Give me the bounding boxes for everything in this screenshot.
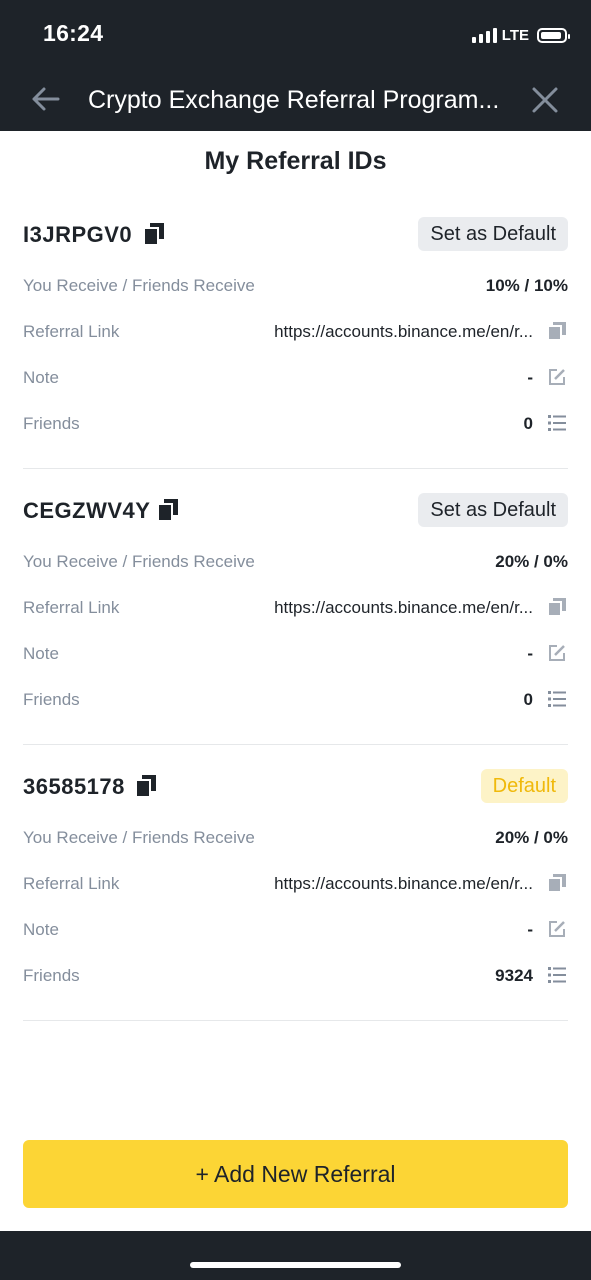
referral-card: I3JRPGV0 Set as Default You Receive / Fr… — [23, 217, 568, 469]
referral-id: CEGZWV4Y — [23, 498, 151, 523]
rates-row: You Receive / Friends Receive 20% / 0% — [23, 824, 568, 852]
note-label: Note — [23, 644, 59, 663]
friends-row: Friends 0 — [23, 410, 568, 438]
default-badge: Default — [480, 769, 568, 803]
referral-link-value: https://accounts.binance.me/en/r... — [274, 322, 533, 341]
list-icon[interactable] — [548, 690, 566, 708]
referral-link-row: Referral Link https://accounts.binance.m… — [23, 870, 568, 898]
referral-link-row: Referral Link https://accounts.binance.m… — [23, 318, 568, 346]
back-button[interactable] — [30, 84, 62, 114]
referral-link-label: Referral Link — [23, 322, 120, 341]
note-value: - — [527, 368, 533, 387]
close-button[interactable] — [531, 86, 559, 114]
note-label: Note — [23, 368, 59, 387]
status-indicators: LTE — [471, 24, 570, 46]
set-default-button[interactable]: Set as Default — [418, 217, 568, 251]
copy-link-icon[interactable] — [548, 322, 566, 340]
note-row: Note - — [23, 640, 568, 668]
referral-id: I3JRPGV0 — [23, 222, 133, 247]
add-new-referral-button[interactable]: + Add New Referral — [23, 1140, 568, 1208]
nav-title: Crypto Exchange Referral Program... — [88, 86, 500, 114]
network-type: LTE — [501, 26, 529, 44]
referral-link-value: https://accounts.binance.me/en/r... — [274, 598, 533, 617]
referral-link-value: https://accounts.binance.me/en/r... — [274, 874, 533, 893]
referral-card: CEGZWV4Y Set as Default You Receive / Fr… — [23, 493, 568, 745]
note-row: Note - — [23, 916, 568, 944]
referral-card: 36585178 Default You Receive / Friends R… — [23, 769, 568, 1021]
rates-label: You Receive / Friends Receive — [23, 552, 255, 571]
note-value: - — [527, 920, 533, 939]
copy-icon — [143, 223, 164, 246]
copy-id-button[interactable] — [157, 499, 178, 522]
signal-icon — [471, 27, 497, 43]
referral-id-row: CEGZWV4Y Set as Default — [23, 493, 568, 529]
page-title: My Referral IDs — [204, 147, 387, 175]
rates-value: 20% / 0% — [495, 828, 568, 847]
friends-count: 9324 — [495, 966, 533, 985]
friends-row: Friends 9324 — [23, 962, 568, 990]
referral-id-row: 36585178 Default — [23, 769, 568, 805]
friends-count: 0 — [523, 414, 533, 433]
home-indicator[interactable] — [190, 1262, 401, 1268]
friends-label: Friends — [23, 414, 80, 433]
friends-label: Friends — [23, 966, 80, 985]
note-label: Note — [23, 920, 59, 939]
rates-value: 20% / 0% — [495, 552, 568, 571]
edit-icon[interactable] — [548, 920, 566, 938]
copy-id-button[interactable] — [143, 223, 164, 246]
copy-link-icon[interactable] — [548, 874, 566, 892]
copy-icon — [135, 775, 156, 798]
copy-icon — [157, 499, 178, 522]
divider — [23, 468, 568, 469]
arrow-left-icon — [32, 87, 60, 111]
rates-row: You Receive / Friends Receive 20% / 0% — [23, 548, 568, 576]
list-icon[interactable] — [548, 966, 566, 984]
friends-count: 0 — [523, 690, 533, 709]
note-row: Note - — [23, 364, 568, 392]
rates-label: You Receive / Friends Receive — [23, 276, 255, 295]
referral-link-label: Referral Link — [23, 598, 120, 617]
status-time: 16:24 — [43, 20, 104, 46]
copy-link-icon[interactable] — [548, 598, 566, 616]
divider — [23, 744, 568, 745]
divider — [23, 1020, 568, 1021]
edit-icon[interactable] — [548, 368, 566, 386]
friends-label: Friends — [23, 690, 80, 709]
bottom-bar — [0, 1231, 591, 1280]
rates-row: You Receive / Friends Receive 10% / 10% — [23, 272, 568, 300]
rates-label: You Receive / Friends Receive — [23, 828, 255, 847]
battery-icon — [537, 27, 570, 43]
top-header: 16:24 LTE Crypto Exchange Referral Progr… — [0, 0, 591, 131]
referral-link-label: Referral Link — [23, 874, 120, 893]
edit-icon[interactable] — [548, 644, 566, 662]
list-icon[interactable] — [548, 414, 566, 432]
rates-value: 10% / 10% — [485, 276, 568, 295]
close-icon — [532, 87, 558, 113]
referral-id: 36585178 — [23, 774, 125, 799]
set-default-button[interactable]: Set as Default — [418, 493, 568, 527]
referral-link-row: Referral Link https://accounts.binance.m… — [23, 594, 568, 622]
note-value: - — [527, 644, 533, 663]
copy-id-button[interactable] — [135, 775, 156, 798]
friends-row: Friends 0 — [23, 686, 568, 714]
referral-id-row: I3JRPGV0 Set as Default — [23, 217, 568, 253]
